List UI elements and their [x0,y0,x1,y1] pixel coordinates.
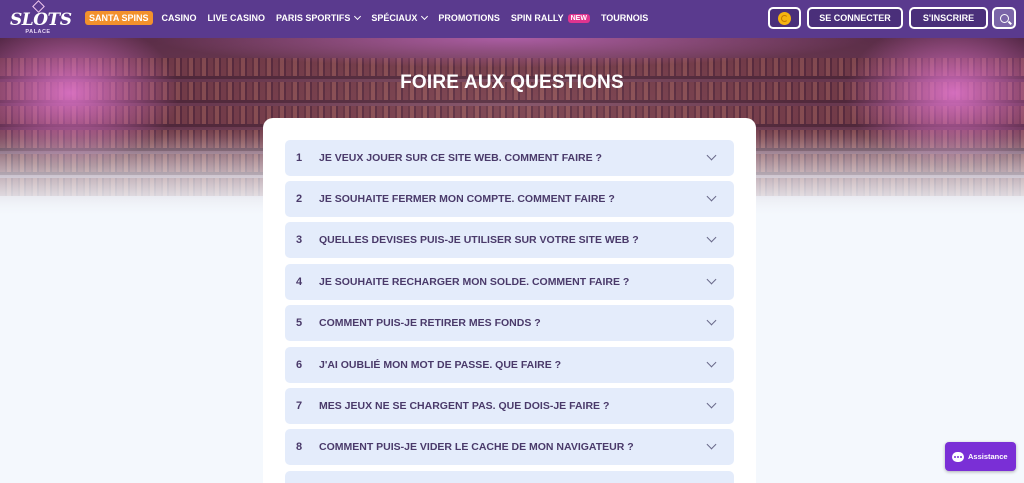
chevron-down-icon [706,274,717,285]
faq-number: 5 [296,317,303,329]
faq-item[interactable]: 6 J'AI OUBLIÉ MON MOT DE PASSE. QUE FAIR… [285,347,734,383]
nav-speciaux-label: SPÉCIAUX [371,13,418,23]
faq-item[interactable]: 5 COMMENT PUIS-JE RETIRER MES FONDS ? [285,305,734,341]
brand-logo[interactable]: SLOTS PALACE [10,0,72,36]
login-button[interactable]: SE CONNECTER [807,7,903,29]
main-nav: SANTA SPINS CASINO LIVE CASINO PARIS SPO… [85,10,659,26]
nav-spin-rally-label: SPIN RALLY [510,13,564,23]
faq-number: 1 [296,152,303,164]
nav-live-casino[interactable]: LIVE CASINO [208,13,266,23]
page-title: FOIRE AUX QUESTIONS [400,72,624,93]
nav-speciaux[interactable]: SPÉCIAUX [371,12,429,23]
faq-number: 7 [296,400,303,412]
chevron-down-icon [706,150,717,161]
faq-question: JE SOUHAITE FERMER MON COMPTE. COMMENT F… [319,193,615,205]
faq-item[interactable] [285,471,734,483]
chevron-down-icon [706,191,717,202]
nav-casino[interactable]: CASINO [162,13,197,23]
nav-paris-sportifs[interactable]: PARIS SPORTIFS [276,12,362,23]
faq-question: COMMENT PUIS-JE VIDER LE CACHE DE MON NA… [319,441,634,453]
nav-tournois[interactable]: TOURNOIS [601,13,648,23]
faq-question: MES JEUX NE SE CHARGENT PAS. QUE DOIS-JE… [319,400,610,412]
faq-item[interactable]: 4 JE SOUHAITE RECHARGER MON SOLDE. COMME… [285,264,734,300]
assistance-label: Assistance [968,452,1008,461]
faq-question: JE SOUHAITE RECHARGER MON SOLDE. COMMENT… [319,276,630,288]
chevron-down-icon [706,439,717,450]
new-badge: NEW [567,13,590,23]
nav-paris-sportifs-label: PARIS SPORTIFS [276,13,351,23]
chevron-down-icon [421,12,429,21]
faq-item[interactable]: 8 COMMENT PUIS-JE VIDER LE CACHE DE MON … [285,429,734,465]
nav-spin-rally[interactable]: SPIN RALLY NEW [511,13,590,23]
faq-item[interactable]: 1 JE VEUX JOUER SUR CE SITE WEB. COMMENT… [285,140,734,176]
faq-number: 6 [296,359,303,371]
faq-question: J'AI OUBLIÉ MON MOT DE PASSE. QUE FAIRE … [319,359,562,371]
chevron-down-icon [706,357,717,368]
search-button[interactable] [992,7,1016,29]
coin-icon [778,11,791,25]
faq-item[interactable]: 2 JE SOUHAITE FERMER MON COMPTE. COMMENT… [285,181,734,217]
chevron-down-icon [706,232,717,243]
faq-question: JE VEUX JOUER SUR CE SITE WEB. COMMENT F… [319,152,602,164]
faq-item[interactable]: 3 QUELLES DEVISES PUIS-JE UTILISER SUR V… [285,222,734,258]
coins-button[interactable] [768,7,801,29]
faq-number: 8 [296,441,303,453]
faq-number: 2 [296,193,303,205]
faq-number: 3 [296,234,303,246]
top-header: SLOTS PALACE SANTA SPINS CASINO LIVE CAS… [0,0,1024,38]
chat-icon [952,451,964,462]
nav-santa-spins[interactable]: SANTA SPINS [85,11,153,25]
brand-name: SLOTS [10,10,72,30]
faq-question: QUELLES DEVISES PUIS-JE UTILISER SUR VOT… [319,234,639,246]
chevron-down-icon [354,12,362,21]
faq-item[interactable]: 7 MES JEUX NE SE CHARGENT PAS. QUE DOIS-… [285,388,734,424]
faq-number: 4 [296,276,303,288]
faq-question: COMMENT PUIS-JE RETIRER MES FONDS ? [319,317,541,329]
chevron-down-icon [706,315,717,326]
nav-promotions[interactable]: PROMOTIONS [438,13,500,23]
brand-sub: PALACE [25,29,51,35]
assistance-button[interactable]: Assistance [945,442,1016,471]
register-button[interactable]: S'INSCRIRE [909,7,988,29]
chevron-down-icon [706,398,717,409]
search-icon [999,13,1009,23]
